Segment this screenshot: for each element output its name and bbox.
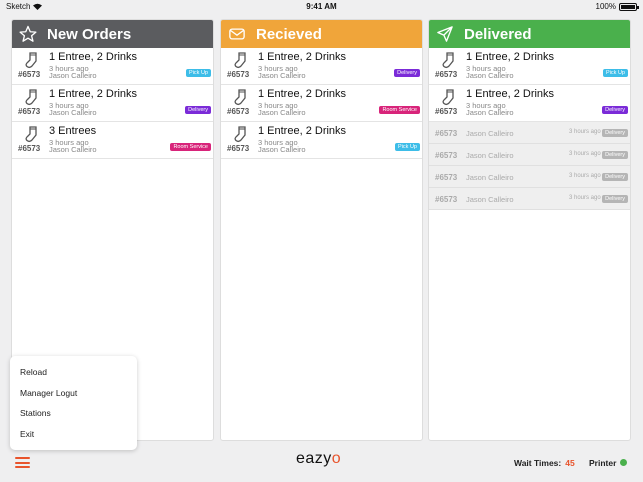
order-number: #6573 — [435, 129, 458, 138]
order-title: 1 Entree, 2 Drinks — [49, 51, 138, 63]
wait-times-value: 45 — [565, 458, 575, 468]
status-right: 100% — [595, 2, 639, 11]
order-card[interactable]: #6573 1 Entree, 2 Drinks 3 hours ago Jas… — [221, 48, 422, 85]
delivered-title: Delivered — [464, 25, 532, 43]
printer-label: Printer — [589, 458, 617, 468]
order-card[interactable]: #6573 1 Entree, 2 Drinks 3 hours ago Jas… — [12, 85, 213, 122]
order-customer: Jason Calleiro — [49, 71, 97, 80]
order-title: 1 Entree, 2 Drinks — [258, 125, 347, 137]
order-card[interactable]: #6573 1 Entree, 2 Drinks 3 hours ago Jas… — [429, 48, 630, 85]
order-type-badge: Delivery — [394, 69, 420, 77]
order-type-badge: Delivery — [602, 129, 628, 137]
order-time: 3 hours ago — [569, 129, 601, 135]
completed-order-row[interactable]: #6573 Jason Calleiro 3 hours ago Deliver… — [429, 166, 630, 188]
sock-icon — [25, 89, 37, 106]
order-type-badge: Delivery — [602, 106, 628, 114]
order-type-badge: Delivery — [602, 173, 628, 181]
order-customer: Jason Calleiro — [466, 151, 514, 160]
menu-item-reload[interactable]: Reload — [10, 362, 137, 383]
order-customer: Jason Calleiro — [49, 145, 97, 154]
order-type-badge: Delivery — [602, 151, 628, 159]
order-type-badge: Pick Up — [395, 143, 420, 151]
order-number: #6573 — [18, 70, 41, 79]
received-title: Recieved — [256, 25, 322, 43]
order-card[interactable]: #6573 3 Entrees 3 hours ago Jason Callei… — [12, 122, 213, 159]
order-number: #6573 — [227, 107, 250, 116]
sock-icon — [442, 89, 454, 106]
order-time: 3 hours ago — [569, 195, 601, 201]
delivered-column: Delivered #6573 1 Entree, 2 Drinks 3 hou… — [428, 19, 631, 441]
sock-icon — [234, 89, 246, 106]
order-number: #6573 — [435, 107, 458, 116]
order-number: #6573 — [18, 107, 41, 116]
eazyo-logo: eazyo — [296, 450, 342, 467]
order-number: #6573 — [227, 144, 250, 153]
order-title: 1 Entree, 2 Drinks — [258, 51, 347, 63]
status-time: 9:41 AM — [306, 2, 337, 11]
completed-order-row[interactable]: #6573 Jason Calleiro 3 hours ago Deliver… — [429, 144, 630, 166]
menu-item-exit[interactable]: Exit — [10, 424, 137, 445]
delivered-header: Delivered — [429, 20, 630, 48]
order-card[interactable]: #6573 1 Entree, 2 Drinks 3 hours ago Jas… — [429, 85, 630, 122]
order-number: #6573 — [435, 173, 458, 182]
completed-order-row[interactable]: #6573 Jason Calleiro 3 hours ago Deliver… — [429, 122, 630, 144]
order-customer: Jason Calleiro — [466, 108, 514, 117]
sock-icon — [25, 52, 37, 69]
sock-icon — [234, 52, 246, 69]
sock-icon — [25, 126, 37, 143]
order-number: #6573 — [435, 70, 458, 79]
status-bar: Sketch 9:41 AM 100% — [0, 0, 643, 14]
order-title: 1 Entree, 2 Drinks — [49, 88, 138, 100]
order-time: 3 hours ago — [569, 151, 601, 157]
order-type-badge: Room Service — [170, 143, 211, 151]
wait-times-label: Wait Times: — [514, 458, 562, 468]
menu-item-manager-logout[interactable]: Manager Logut — [10, 383, 137, 404]
paper-plane-icon — [435, 24, 455, 44]
order-type-badge: Delivery — [185, 106, 211, 114]
order-customer: Jason Calleiro — [466, 129, 514, 138]
order-customer: Jason Calleiro — [466, 173, 514, 182]
order-card[interactable]: #6573 1 Entree, 2 Drinks 3 hours ago Jas… — [12, 48, 213, 85]
order-customer: Jason Calleiro — [258, 71, 306, 80]
order-type-badge: Room Service — [379, 106, 420, 114]
hamburger-menu-icon[interactable] — [15, 457, 30, 468]
wait-times: Wait Times: 45 — [514, 458, 575, 468]
menu-item-stations[interactable]: Stations — [10, 403, 137, 424]
order-number: #6573 — [435, 151, 458, 160]
order-number: #6573 — [18, 144, 41, 153]
envelope-icon — [227, 24, 247, 44]
order-customer: Jason Calleiro — [258, 108, 306, 117]
new-orders-title: New Orders — [47, 25, 132, 43]
order-type-badge: Delivery — [602, 195, 628, 203]
printer-status-indicator — [620, 459, 627, 466]
order-customer: Jason Calleiro — [258, 145, 306, 154]
sock-icon — [234, 126, 246, 143]
order-card[interactable]: #6573 1 Entree, 2 Drinks 3 hours ago Jas… — [221, 122, 422, 159]
order-title: 1 Entree, 2 Drinks — [466, 51, 555, 63]
order-title: 1 Entree, 2 Drinks — [466, 88, 555, 100]
received-header: Recieved — [221, 20, 422, 48]
received-column: Recieved #6573 1 Entree, 2 Drinks 3 hour… — [220, 19, 423, 441]
battery-icon — [619, 2, 639, 11]
order-type-badge: Pick Up — [186, 69, 211, 77]
order-number: #6573 — [227, 70, 250, 79]
order-card[interactable]: #6573 1 Entree, 2 Drinks 3 hours ago Jas… — [221, 85, 422, 122]
app-menu: Reload Manager Logut Stations Exit — [10, 356, 137, 450]
order-customer: Jason Calleiro — [466, 71, 514, 80]
completed-order-row[interactable]: #6573 Jason Calleiro 3 hours ago Deliver… — [429, 188, 630, 210]
sock-icon — [442, 52, 454, 69]
order-number: #6573 — [435, 195, 458, 204]
star-icon — [18, 24, 38, 44]
order-customer: Jason Calleiro — [466, 195, 514, 204]
battery-percent: 100% — [595, 2, 616, 11]
order-title: 3 Entrees — [49, 125, 97, 137]
order-title: 1 Entree, 2 Drinks — [258, 88, 347, 100]
order-type-badge: Pick Up — [603, 69, 628, 77]
order-customer: Jason Calleiro — [49, 108, 97, 117]
order-time: 3 hours ago — [569, 173, 601, 179]
new-orders-header: New Orders — [12, 20, 213, 48]
